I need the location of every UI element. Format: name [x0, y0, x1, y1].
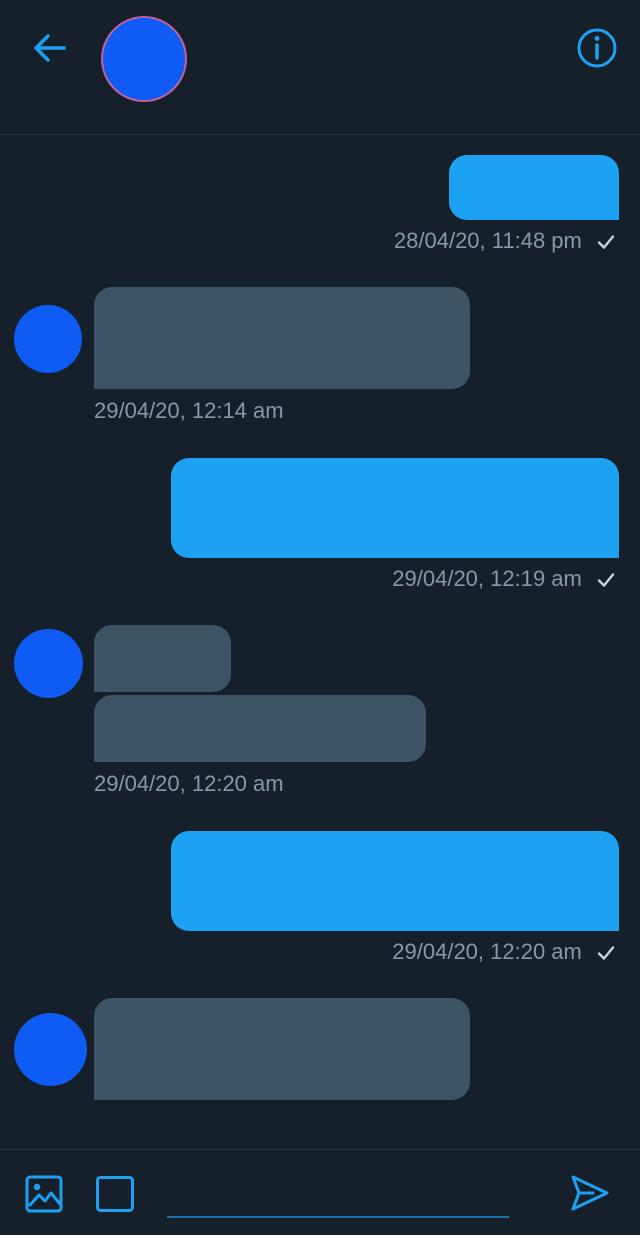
- incoming-message-bubble[interactable]: [94, 625, 231, 692]
- timestamp-text: 29/04/20, 12:20 am: [392, 939, 582, 964]
- incoming-message-bubble[interactable]: [94, 695, 426, 762]
- square-icon: [96, 1176, 134, 1212]
- message-timestamp: 29/04/20, 12:19 am: [392, 566, 616, 592]
- outgoing-message-bubble[interactable]: [171, 831, 619, 931]
- check-icon: [597, 235, 615, 249]
- outgoing-message-bubble[interactable]: [171, 458, 619, 558]
- check-icon: [597, 573, 615, 587]
- sender-avatar[interactable]: [14, 629, 83, 698]
- gif-button[interactable]: [95, 1175, 135, 1213]
- timestamp-text: 29/04/20, 12:20 am: [94, 771, 284, 796]
- arrow-left-icon: [34, 34, 66, 62]
- add-media-button[interactable]: [24, 1174, 64, 1214]
- sender-avatar[interactable]: [14, 305, 82, 373]
- message-timestamp: 29/04/20, 12:20 am: [392, 939, 616, 965]
- message-composer: [0, 1149, 640, 1235]
- check-icon: [597, 946, 615, 960]
- send-icon: [571, 1175, 609, 1211]
- timestamp-text: 29/04/20, 12:14 am: [94, 398, 284, 423]
- message-timestamp: 29/04/20, 12:20 am: [94, 771, 284, 797]
- sender-avatar[interactable]: [14, 1013, 87, 1086]
- contact-avatar[interactable]: [101, 16, 187, 102]
- outgoing-message-bubble[interactable]: [449, 155, 619, 220]
- message-timestamp: 28/04/20, 11:48 pm: [394, 228, 616, 254]
- send-button[interactable]: [569, 1172, 611, 1214]
- image-icon: [25, 1175, 63, 1213]
- incoming-message-bubble[interactable]: [94, 998, 470, 1100]
- timestamp-text: 29/04/20, 12:19 am: [392, 566, 582, 591]
- conversation-header: [0, 0, 640, 135]
- info-icon: [577, 28, 617, 68]
- back-button[interactable]: [28, 28, 72, 68]
- incoming-message-bubble[interactable]: [94, 287, 470, 389]
- timestamp-text: 28/04/20, 11:48 pm: [393, 228, 582, 253]
- conversation-info-button[interactable]: [574, 26, 620, 70]
- message-input[interactable]: [167, 1172, 509, 1218]
- message-timestamp: 29/04/20, 12:14 am: [94, 398, 284, 424]
